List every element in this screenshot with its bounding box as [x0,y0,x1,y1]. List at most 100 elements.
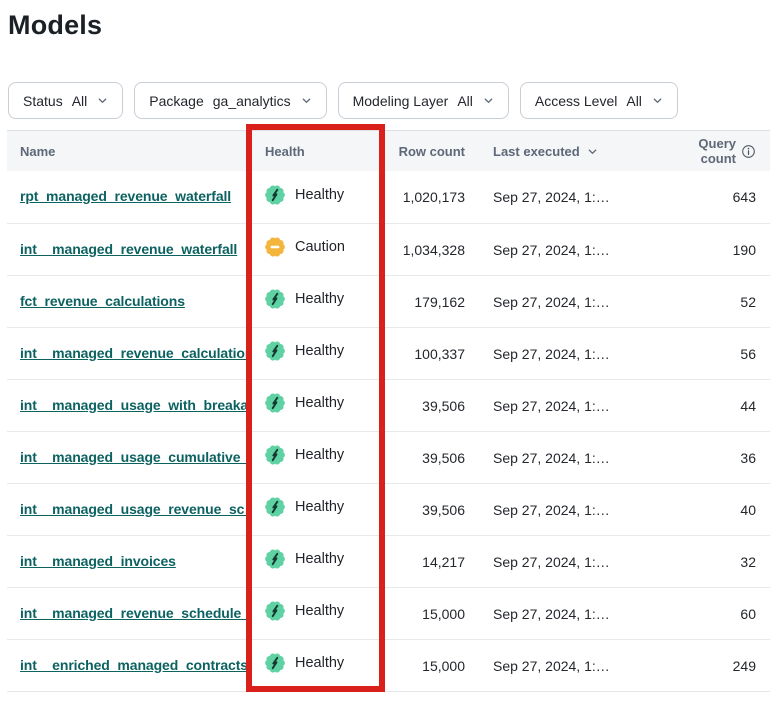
health-badge: Healthy [265,549,344,569]
table-row: int__enriched_managed_contractsHealthy15… [7,639,770,691]
chevron-down-icon [97,95,108,106]
model-name-cell: rpt_managed_revenue_waterfall [7,188,247,206]
health-label: Healthy [295,603,344,619]
health-label: Caution [295,239,345,255]
health-badge: Healthy [265,341,344,361]
filter-label: Access Level [535,93,617,109]
health-healthy-icon [265,601,285,621]
health-healthy-icon [265,445,285,465]
info-icon[interactable] [741,144,756,159]
filter-label: Package [149,93,203,109]
column-header-last-executed-label: Last executed [493,144,580,159]
column-header-name: Name [7,144,247,159]
health-cell: Healthy [247,549,384,574]
health-healthy-icon [265,185,285,205]
sort-chevron-icon [587,146,598,157]
row-count-cell: 1,034,328 [384,242,479,258]
models-table: Name Health Row count Last executed Quer… [7,130,770,692]
filter-modeling-layer[interactable]: Modeling Layer All [338,82,509,119]
health-label: Healthy [295,551,344,567]
health-badge: Caution [265,237,345,257]
last-executed-cell: Sep 27, 2024, 1:… [479,554,664,570]
row-count-cell: 14,217 [384,554,479,570]
health-healthy-icon [265,341,285,361]
query-count-cell: 190 [664,242,770,258]
health-healthy-icon [265,393,285,413]
last-executed-cell: Sep 27, 2024, 1:… [479,189,664,205]
last-executed-cell: Sep 27, 2024, 1:… [479,502,664,518]
model-link[interactable]: int__managed_revenue_waterfall [20,241,237,257]
query-count-cell: 40 [664,502,770,518]
health-badge: Healthy [265,601,344,621]
health-label: Healthy [295,291,344,307]
model-name-cell: int__managed_usage_cumulative_… [7,449,247,467]
row-count-cell: 1,020,173 [384,189,479,205]
query-count-cell: 32 [664,554,770,570]
row-count-cell: 39,506 [384,398,479,414]
health-cell: Healthy [247,445,384,470]
query-count-cell: 249 [664,658,770,674]
chevron-down-icon [301,95,312,106]
filter-label: Modeling Layer [353,93,449,109]
last-executed-cell: Sep 27, 2024, 1:… [479,398,664,414]
last-executed-cell: Sep 27, 2024, 1:… [479,450,664,466]
column-header-query-count: Query count [664,136,770,166]
health-healthy-icon [265,289,285,309]
filter-value: All [72,93,88,109]
filter-package[interactable]: Package ga_analytics [134,82,326,119]
model-link[interactable]: int__managed_usage_revenue_sc… [20,501,247,517]
health-cell: Healthy [247,341,384,366]
table-header-row: Name Health Row count Last executed Quer… [7,131,770,171]
health-badge: Healthy [265,289,344,309]
chevron-down-icon [652,95,663,106]
model-link[interactable]: int__managed_usage_cumulative_… [20,449,247,465]
row-count-cell: 39,506 [384,502,479,518]
model-link[interactable]: int__managed_revenue_schedule_… [20,605,247,621]
model-link[interactable]: int__managed_revenue_calculations [20,345,247,361]
row-count-cell: 15,000 [384,606,479,622]
model-link[interactable]: int__enriched_managed_contracts [20,657,247,673]
page-title: Models [8,10,777,40]
health-cell: Healthy [247,601,384,626]
query-count-cell: 36 [664,450,770,466]
health-label: Healthy [295,395,344,411]
filter-value: All [457,93,473,109]
table-row: fct_revenue_calculationsHealthy179,162Se… [7,275,770,327]
model-name-cell: int__managed_usage_revenue_sc… [7,501,247,519]
model-name-cell: int__managed_revenue_schedule_… [7,605,247,623]
health-label: Healthy [295,655,344,671]
health-healthy-icon [265,653,285,673]
model-link[interactable]: fct_revenue_calculations [20,293,185,309]
model-name-cell: int__managed_revenue_waterfall [7,241,247,259]
row-count-cell: 100,337 [384,346,479,362]
table-row: int__managed_invoices Healthy 14,217Sep 27… [7,535,770,587]
model-link[interactable]: int__managed_usage_with_breaka… [20,397,247,413]
column-header-query-count-label: Query count [664,136,736,166]
health-healthy-icon [265,497,285,517]
model-name-cell: fct_revenue_calculations [7,293,247,311]
filter-access-level[interactable]: Access Level All [520,82,678,119]
last-executed-cell: Sep 27, 2024, 1:… [479,658,664,674]
last-executed-cell: Sep 27, 2024, 1:… [479,242,664,258]
filter-status[interactable]: Status All [8,82,123,119]
health-label: Healthy [295,343,344,359]
model-name-cell: int__managed_revenue_calculations [7,345,247,363]
table-row: int__managed_usage_revenue_sc…Healthy39,… [7,483,770,535]
filter-bar: Status All Package ga_analytics Modeling… [8,82,769,119]
table-row: int__managed_usage_with_breaka… Healthy 39… [7,379,770,431]
filter-value: All [626,93,642,109]
model-link[interactable]: int__managed_invoices [20,553,176,569]
last-executed-cell: Sep 27, 2024, 1:… [479,294,664,310]
query-count-cell: 52 [664,294,770,310]
table-row: rpt_managed_revenue_waterfallHealthy1,02… [7,171,770,223]
query-count-cell: 44 [664,398,770,414]
health-badge: Healthy [265,445,344,465]
model-link[interactable]: rpt_managed_revenue_waterfall [20,188,231,204]
model-name-cell: int__managed_usage_with_breaka… [7,397,247,415]
health-cell: Healthy [247,289,384,314]
health-cell: Caution [247,237,384,262]
health-caution-icon [265,237,285,257]
column-header-health: Health [247,144,384,159]
health-cell: Healthy [247,653,384,678]
column-header-last-executed[interactable]: Last executed [479,144,664,159]
